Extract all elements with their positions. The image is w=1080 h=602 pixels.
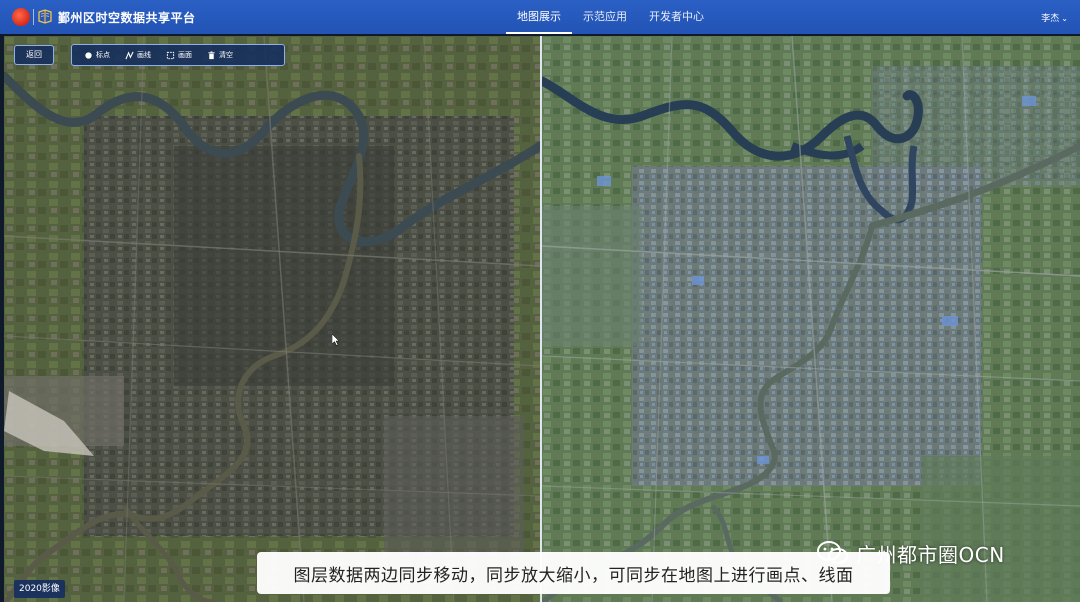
back-button[interactable]: 返回 <box>14 45 54 65</box>
polygon-icon <box>166 51 175 59</box>
line-icon <box>125 50 134 59</box>
imagery-year-label: 2020影像 <box>14 580 65 598</box>
nav-demo-apps[interactable]: 示范应用 <box>572 0 638 34</box>
tool-point[interactable]: 标点 <box>84 50 110 60</box>
main-nav: 地图展示 示范应用 开发者中心 <box>506 0 715 34</box>
left-satellite-map[interactable] <box>4 36 540 602</box>
tool-line-label: 画线 <box>137 51 151 59</box>
user-name: 李杰 <box>1041 14 1060 24</box>
right-map-pane[interactable] <box>542 36 1080 602</box>
app-logo-icon <box>12 8 30 26</box>
logo-divider <box>33 9 34 25</box>
tool-clear[interactable]: 清空 <box>207 50 233 60</box>
nav-map-display[interactable]: 地图展示 <box>506 0 572 34</box>
caption-text: 图层数据两边同步移动，同步放大缩小，可同步在地图上进行画点、线面 <box>293 565 854 586</box>
tool-line[interactable]: 画线 <box>125 50 151 60</box>
user-menu[interactable]: 李杰 ⌄ <box>1041 11 1068 24</box>
trash-icon <box>208 50 215 59</box>
draw-toolbar: 标点 画线 画面 清空 <box>71 44 285 66</box>
tool-polygon-label: 画面 <box>178 51 192 59</box>
tool-polygon[interactable]: 画面 <box>166 50 192 60</box>
book-logo-icon <box>38 9 52 24</box>
app-title: 鄞州区时空数据共享平台 <box>58 11 196 25</box>
mouse-cursor-icon <box>332 334 340 346</box>
video-caption: 图层数据两边同步移动，同步放大缩小，可同步在地图上进行画点、线面 <box>257 552 890 594</box>
right-satellite-map[interactable] <box>542 36 1080 602</box>
tool-point-label: 标点 <box>96 51 110 59</box>
app-root: 鄞州区时空数据共享平台 地图展示 示范应用 开发者中心 李杰 ⌄ 返回 标点 画… <box>0 0 1080 602</box>
top-header: 鄞州区时空数据共享平台 地图展示 示范应用 开发者中心 李杰 ⌄ <box>0 0 1080 34</box>
chevron-down-icon: ⌄ <box>1061 14 1068 23</box>
point-icon <box>85 51 92 59</box>
left-map-pane[interactable]: 返回 标点 画线 画面 清空 2020影像 <box>4 36 540 602</box>
nav-developer-center[interactable]: 开发者中心 <box>638 0 715 34</box>
tool-clear-label: 清空 <box>219 51 233 59</box>
